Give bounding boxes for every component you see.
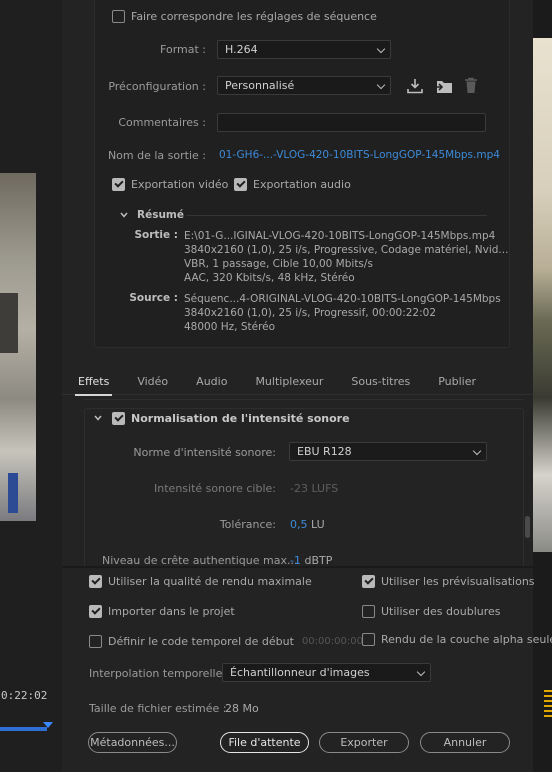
- import-project-label: Importer dans le projet: [108, 605, 235, 618]
- target-loudness-label: Intensité sonore cible:: [154, 482, 276, 495]
- settings-tabs: Effets Vidéo Audio Multiplexeur Sous-tit…: [62, 368, 533, 396]
- timeline-progress-bar[interactable]: [0, 727, 47, 731]
- time-interpolation-select[interactable]: Échantillonneur d'images: [222, 663, 431, 682]
- loudness-standard-value: EBU R128: [297, 445, 352, 458]
- file-size-value: 28 Mo: [225, 702, 259, 715]
- summary-output-key: Sortie :: [134, 229, 178, 241]
- use-proxies-checkbox[interactable]: [362, 605, 375, 618]
- loudness-standard-select[interactable]: EBU R128: [289, 442, 487, 461]
- format-label: Format :: [160, 43, 206, 56]
- metadata-button[interactable]: Métadonnées...: [88, 732, 177, 753]
- chevron-down-icon: [376, 44, 386, 54]
- chevron-down-icon[interactable]: [119, 210, 129, 220]
- loudness-normalization-checkbox[interactable]: [112, 412, 125, 425]
- sequence-match-label: Faire correspondre les réglages de séque…: [131, 10, 377, 23]
- use-previews-label: Utiliser les prévisualisations: [381, 575, 535, 588]
- video-frame-right: [533, 38, 552, 552]
- tolerance-value: 0,5 LU: [290, 518, 325, 531]
- preset-value: Personnalisé: [225, 79, 295, 92]
- max-render-quality-label: Utiliser la qualité de rendu maximale: [108, 575, 312, 588]
- import-preset-icon[interactable]: [434, 78, 454, 94]
- tab-audio[interactable]: Audio: [196, 368, 227, 395]
- chevron-down-icon: [416, 667, 426, 677]
- use-proxies-label: Utiliser des doublures: [381, 605, 501, 618]
- preset-select[interactable]: Personnalisé: [217, 76, 391, 95]
- file-size-label: Taille de fichier estimée :: [89, 702, 227, 715]
- set-timecode-row[interactable]: Définir le code temporel de début 00:00:…: [89, 635, 363, 648]
- tolerance-label: Tolérance:: [219, 518, 276, 531]
- loudness-section-title: Normalisation de l'intensité sonore: [131, 412, 350, 425]
- export-button[interactable]: Exporter: [319, 732, 409, 753]
- save-preset-icon[interactable]: [406, 78, 424, 94]
- set-timecode-label: Définir le code temporel de début: [108, 635, 294, 648]
- export-audio-checkbox[interactable]: [234, 178, 247, 191]
- time-interpolation-value: Échantillonneur d'images: [230, 666, 370, 679]
- output-name-label: Nom de la sortie :: [107, 149, 206, 162]
- import-project-row[interactable]: Importer dans le projet: [89, 605, 235, 618]
- scrollbar-thumb[interactable]: [525, 516, 530, 538]
- delete-preset-icon[interactable]: [463, 77, 479, 94]
- tab-publier[interactable]: Publier: [438, 368, 476, 395]
- timecode-display: 0:22:02: [1, 689, 48, 702]
- tolerance-unit: LU: [311, 518, 325, 531]
- tab-video[interactable]: Vidéo: [137, 368, 168, 395]
- preset-label: Préconfiguration :: [108, 80, 206, 93]
- effects-panel: Normalisation de l'intensité sonore Norm…: [62, 396, 533, 568]
- use-previews-row[interactable]: Utiliser les prévisualisations: [362, 575, 535, 588]
- sequence-match-checkbox[interactable]: [112, 10, 125, 23]
- import-project-checkbox[interactable]: [89, 605, 102, 618]
- export-video-row[interactable]: Exportation vidéo: [112, 178, 228, 191]
- start-timecode-value: 00:00:00:00: [301, 636, 363, 647]
- summary-title: Résumé: [137, 209, 184, 221]
- summary-output-line: E:\01-G...IGINAL-VLOG-420-10BITS-LongGOP…: [184, 230, 496, 242]
- use-proxies-row[interactable]: Utiliser des doublures: [362, 605, 501, 618]
- tab-effets[interactable]: Effets: [74, 368, 113, 396]
- format-select[interactable]: H.264: [217, 40, 391, 59]
- summary-output-line: 3840x2160 (1,0), 25 i/s, Progressive, Co…: [184, 244, 509, 256]
- target-loudness-number: -23: [290, 482, 308, 495]
- loudness-normalization-row[interactable]: Normalisation de l'intensité sonore: [112, 412, 350, 425]
- queue-button[interactable]: File d'attente: [220, 732, 309, 753]
- comments-label: Commentaires :: [118, 116, 206, 129]
- export-video-checkbox[interactable]: [112, 178, 125, 191]
- summary-source-line: 3840x2160 (1,0), 25 i/s, Progressif, 00:…: [184, 307, 437, 319]
- use-previews-checkbox[interactable]: [362, 575, 375, 588]
- target-loudness-unit: LUFS: [311, 482, 339, 495]
- audio-meter: [544, 690, 552, 720]
- section-divider: [84, 399, 524, 400]
- summary-output-line: VBR, 1 passage, Cible 10,00 Mbits/s: [184, 258, 373, 270]
- max-render-quality-checkbox[interactable]: [89, 575, 102, 588]
- chevron-down-icon: [376, 80, 386, 90]
- format-value: H.264: [225, 43, 258, 56]
- output-name-link[interactable]: 01-GH6-...-VLOG-420-10BITS-LongGOP-145Mb…: [219, 149, 500, 161]
- playhead-icon[interactable]: [43, 722, 53, 728]
- sequence-match-row[interactable]: Faire correspondre les réglages de séque…: [112, 10, 377, 23]
- max-render-quality-row[interactable]: Utiliser la qualité de rendu maximale: [89, 575, 312, 588]
- target-loudness-value: -23 LUFS: [290, 482, 338, 495]
- summary-output-line: AAC, 320 Kbits/s, 48 kHz, Stéréo: [184, 272, 355, 284]
- loudness-standard-label: Norme d'intensité sonore:: [133, 446, 276, 459]
- summary-divider: [187, 215, 487, 216]
- chevron-down-icon[interactable]: [93, 413, 103, 423]
- render-alpha-checkbox[interactable]: [362, 633, 375, 646]
- summary-source-line: 48000 Hz, Stéréo: [184, 321, 276, 333]
- comments-input[interactable]: [217, 113, 486, 132]
- render-alpha-row[interactable]: Rendu de la couche alpha seule: [362, 633, 552, 646]
- export-audio-row[interactable]: Exportation audio: [234, 178, 351, 191]
- tab-multiplexeur[interactable]: Multiplexeur: [255, 368, 323, 395]
- cancel-button[interactable]: Annuler: [420, 732, 510, 753]
- panel-divider: [62, 566, 533, 568]
- chevron-down-icon: [472, 446, 482, 456]
- summary-source-key: Source :: [129, 292, 178, 304]
- time-interpolation-label: Interpolation temporelle :: [89, 667, 230, 680]
- export-video-label: Exportation vidéo: [131, 178, 229, 191]
- tab-sous-titres[interactable]: Sous-titres: [351, 368, 410, 395]
- video-frame-left: [0, 173, 36, 521]
- summary-source-line: Séquenc...4-ORIGINAL-VLOG-420-10BITS-Lon…: [184, 293, 501, 305]
- set-timecode-checkbox[interactable]: [89, 635, 102, 648]
- export-audio-label: Exportation audio: [253, 178, 351, 191]
- render-alpha-label: Rendu de la couche alpha seule: [381, 633, 552, 646]
- tolerance-number[interactable]: 0,5: [290, 518, 308, 531]
